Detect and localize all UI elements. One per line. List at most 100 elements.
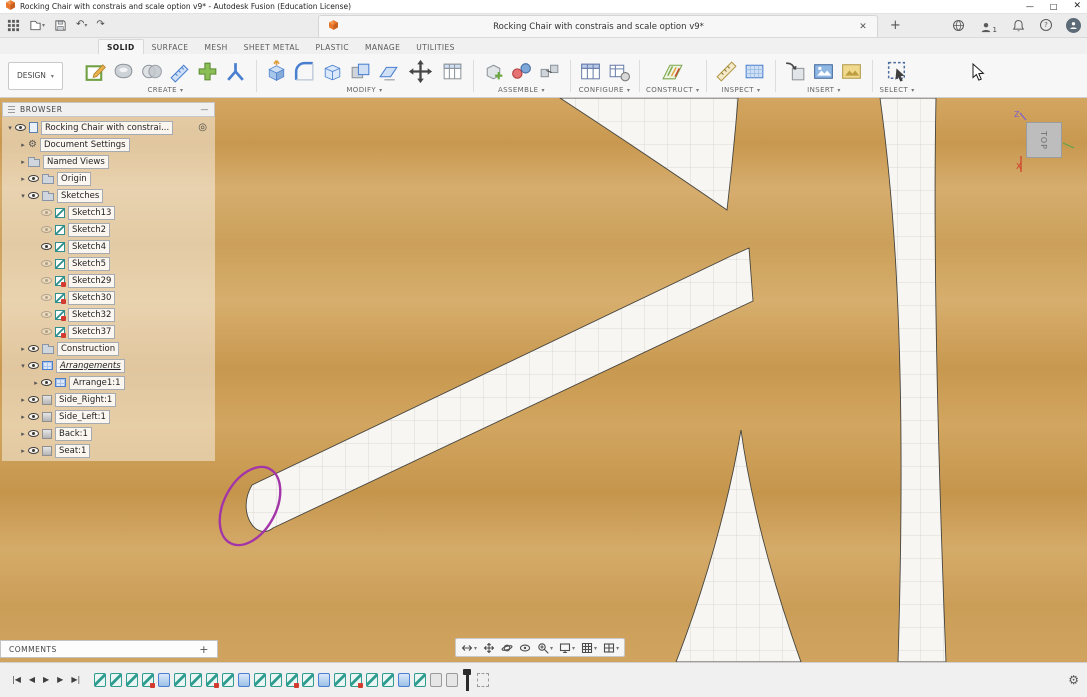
timeline-go-to-start-button[interactable]: |◀ [8, 676, 25, 684]
timeline-feature-2-sketch[interactable] [110, 673, 123, 687]
timeline-feature-10-plane[interactable] [238, 673, 251, 687]
new-tab-button[interactable]: + [890, 18, 901, 33]
visibility-eye-icon[interactable] [28, 362, 39, 369]
browser-item-label[interactable]: Named Views [43, 154, 109, 169]
construction-plane-button[interactable] [659, 58, 686, 85]
create-pattern-button[interactable] [194, 58, 221, 85]
browser-item-label[interactable]: Sketch29 [68, 273, 116, 288]
measure-button[interactable] [713, 58, 740, 85]
visibility-eye-icon[interactable] [28, 430, 39, 437]
visibility-eye-icon[interactable] [41, 379, 52, 386]
browser-item-back-1[interactable]: ▸ Back:1 [2, 425, 215, 442]
visibility-eye-icon[interactable] [28, 192, 39, 199]
timeline-feature-18-sketch[interactable] [366, 673, 379, 687]
visibility-eye-icon[interactable] [28, 175, 39, 182]
insert-menu[interactable]: INSERT [807, 86, 841, 94]
create-form-button[interactable] [110, 58, 137, 85]
app-grid-button[interactable] [6, 16, 21, 34]
browser-item-origin[interactable]: ▸ Origin [2, 170, 215, 187]
timeline-feature-22-feature[interactable] [430, 673, 443, 687]
nav-look-at-button[interactable] [517, 640, 533, 656]
timeline-feature-6-sketch[interactable] [174, 673, 187, 687]
visibility-eye-icon[interactable] [41, 226, 52, 233]
browser-item-named-views[interactable]: ▸ Named Views [2, 153, 215, 170]
disclosure-triangle[interactable]: ▸ [18, 430, 28, 438]
timeline-feature-3-sketch[interactable] [126, 673, 139, 687]
nav-zoom-button[interactable] [535, 640, 555, 656]
browser-item-sketch4[interactable]: Sketch4 [2, 238, 215, 255]
close-tab-button[interactable]: ✕ [859, 22, 867, 32]
collapse-browser-button[interactable]: — [200, 105, 209, 114]
shell-button[interactable] [319, 58, 346, 85]
browser-item-rocking-chair-with-constrai-[interactable]: ▾ Rocking Chair with constrai... ◎ [2, 119, 215, 136]
save-button[interactable] [53, 16, 68, 34]
browser-item-sketches[interactable]: ▾ Sketches [2, 187, 215, 204]
canvas-button[interactable] [838, 58, 865, 85]
browser-item-sketch37[interactable]: Sketch37 [2, 323, 215, 340]
browser-item-document-settings[interactable]: ▸ ⚙ Document Settings [2, 136, 215, 153]
disclosure-triangle[interactable]: ▸ [18, 345, 28, 353]
viewcube[interactable]: Z TOP X [1012, 110, 1076, 176]
section-analysis-button[interactable] [741, 58, 768, 85]
browser-item-label[interactable]: Sketch32 [68, 307, 116, 322]
browser-item-arrangements[interactable]: ▾ Arrangements [2, 357, 215, 374]
timeline-feature-14-sketch[interactable] [302, 673, 315, 687]
visibility-eye-icon[interactable] [28, 413, 39, 420]
modify-menu[interactable]: MODIFY [346, 86, 382, 94]
visibility-eye-icon[interactable] [28, 396, 39, 403]
document-tab[interactable]: Rocking Chair with constrais and scale o… [317, 15, 878, 37]
nav-display-settings-button[interactable] [557, 640, 577, 656]
visibility-eye-icon[interactable] [41, 243, 52, 250]
disclosure-triangle[interactable]: ▸ [18, 175, 28, 183]
browser-item-label[interactable]: Arrange1:1 [69, 375, 125, 390]
ribbon-tab-mesh[interactable]: MESH [196, 40, 235, 54]
browser-item-label[interactable]: Side_Left:1 [55, 409, 110, 424]
create-menu[interactable]: CREATE [147, 86, 183, 94]
timeline-feature-9-sketch[interactable] [222, 673, 235, 687]
visibility-eye-icon[interactable] [41, 294, 52, 301]
browser-item-label[interactable]: Sketch13 [68, 205, 116, 220]
timeline-feature-4-sketch-locked[interactable] [142, 673, 156, 688]
timeline-marker[interactable] [463, 669, 472, 691]
maximize-button[interactable]: □ [1050, 2, 1058, 11]
create-ruled-button[interactable] [166, 58, 193, 85]
ribbon-tab-plastic[interactable]: PLASTIC [307, 40, 357, 54]
timeline-feature-16-sketch[interactable] [334, 673, 347, 687]
timeline-feature-1-sketch[interactable] [94, 673, 107, 687]
create-surface-button[interactable] [138, 58, 165, 85]
timeline-play-button[interactable]: ▶ [39, 676, 53, 684]
viewcube-face-top[interactable]: TOP [1026, 122, 1062, 158]
ribbon-tab-solid[interactable]: SOLID [98, 39, 144, 54]
visibility-eye-icon[interactable] [41, 311, 52, 318]
browser-item-sketch32[interactable]: Sketch32 [2, 306, 215, 323]
press-pull-button[interactable] [263, 58, 290, 85]
job-status-button[interactable] [951, 16, 966, 34]
browser-item-sketch30[interactable]: Sketch30 [2, 289, 215, 306]
change-parameters-button[interactable] [439, 58, 466, 85]
disclosure-triangle[interactable]: ▾ [18, 192, 28, 200]
browser-item-label[interactable]: Back:1 [55, 426, 92, 441]
browser-item-label[interactable]: Document Settings [39, 137, 130, 152]
disclosure-triangle[interactable]: ▸ [18, 396, 28, 404]
timeline-step-forward-button[interactable]: ▶ [53, 676, 67, 684]
nav-grid-settings-button[interactable] [579, 640, 599, 656]
rigid-group-button[interactable] [536, 58, 563, 85]
assemble-menu[interactable]: ASSEMBLE [498, 86, 545, 94]
browser-item-construction[interactable]: ▸ Construction [2, 340, 215, 357]
move-copy-button[interactable] [403, 56, 438, 87]
nav-viewports-button[interactable] [601, 640, 621, 656]
offset-face-button[interactable] [375, 58, 402, 85]
comments-bar[interactable]: COMMENTS + [0, 640, 218, 658]
browser-header[interactable]: BROWSER — [2, 102, 215, 117]
timeline-feature-15-plane[interactable] [318, 673, 331, 687]
disclosure-triangle[interactable]: ▾ [18, 362, 28, 370]
disclosure-triangle[interactable]: ▸ [18, 141, 28, 149]
add-comment-button[interactable]: + [199, 643, 209, 656]
construct-menu[interactable]: CONSTRUCT [646, 86, 700, 94]
notifications-button[interactable] [1011, 16, 1026, 34]
create-sketch-button[interactable] [82, 58, 109, 85]
disclosure-triangle[interactable]: ▸ [31, 379, 41, 387]
timeline-feature-13-sketch-locked[interactable] [286, 673, 300, 688]
browser-item-sketch5[interactable]: Sketch5 [2, 255, 215, 272]
nav-pan-button[interactable] [481, 640, 497, 656]
